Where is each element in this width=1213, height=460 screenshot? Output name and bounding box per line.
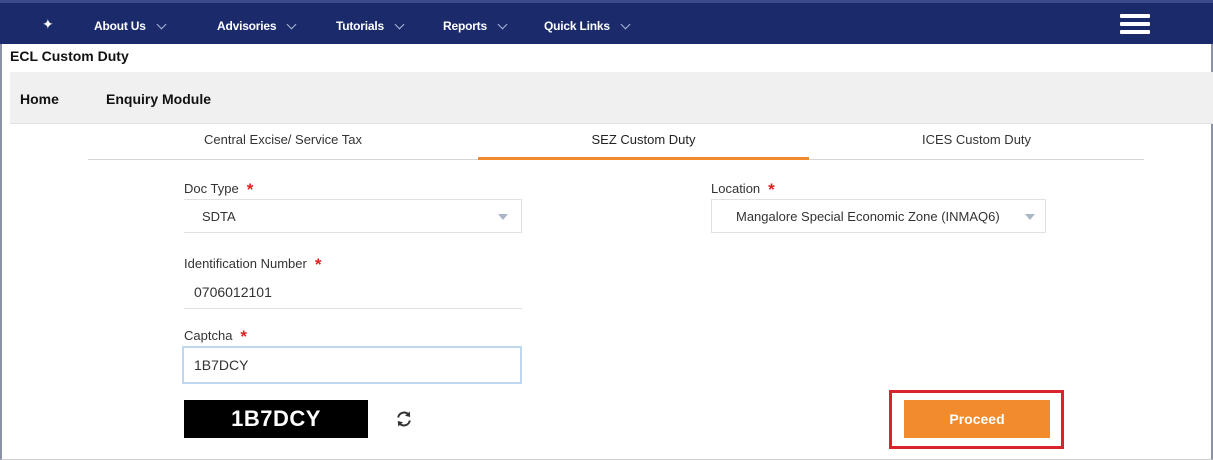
location-label-text: Location [711,181,761,196]
tab-ices-custom-duty[interactable]: ICES Custom Duty [809,125,1144,160]
chevron-down-icon [497,19,508,29]
required-marker: * [768,180,775,199]
location-label: Location * [711,178,775,199]
tab-central-excise[interactable]: Central Excise/ Service Tax [88,125,478,160]
nav-about-us-label: About Us [94,19,146,33]
chevron-down-icon [394,19,405,29]
page-title: ECL Custom Duty [10,48,129,64]
identification-number-label-text: Identification Number [184,256,307,271]
required-marker: * [246,180,254,199]
chevron-down-icon [286,19,297,29]
tab-sez-custom-duty[interactable]: SEZ Custom Duty [478,125,809,160]
identification-number-label: Identification Number * [184,253,322,274]
required-marker: * [314,255,322,274]
nav-reports[interactable]: Reports [443,19,508,33]
home-icon[interactable]: ✦ [42,16,54,33]
required-marker: * [240,327,248,346]
nav-about-us[interactable]: About Us [94,19,167,33]
chevron-down-icon [620,19,631,29]
refresh-captcha-icon[interactable] [394,409,414,429]
captcha-image: 1B7DCY [184,400,368,438]
nav-quick-links-label: Quick Links [544,19,610,33]
captcha-label-text: Captcha [184,328,233,343]
dropdown-caret-icon [498,214,508,220]
nav-tutorials-label: Tutorials [336,19,384,33]
nav-tutorials[interactable]: Tutorials [336,19,405,33]
chevron-down-icon [156,19,167,29]
nav-advisories[interactable]: Advisories [217,19,297,33]
breadcrumb-home-link[interactable]: Home [20,91,59,107]
nav-quick-links[interactable]: Quick Links [544,19,631,33]
nav-reports-label: Reports [443,19,487,33]
identification-number-value: 0706012101 [194,283,272,300]
location-select[interactable]: Mangalore Special Economic Zone (INMAQ6) [711,199,1046,233]
proceed-button[interactable]: Proceed [904,400,1050,438]
hamburger-menu-icon[interactable] [1120,14,1150,34]
doc-type-label: Doc Type * [184,178,254,199]
identification-number-field[interactable]: 0706012101 [184,275,522,309]
doc-type-value: SDTA [202,208,236,224]
top-navigation: ✦ About Us Advisories Tutorials Reports … [0,0,1213,44]
captcha-label: Captcha * [184,325,248,346]
location-value: Mangalore Special Economic Zone (INMAQ6) [736,208,1000,224]
nav-advisories-label: Advisories [217,19,277,33]
dropdown-caret-icon [1025,214,1035,220]
breadcrumb: Home Enquiry Module [10,72,1213,124]
doc-type-select[interactable]: SDTA [184,199,522,233]
doc-type-label-text: Doc Type [184,181,239,196]
tab-bar: Central Excise/ Service Tax SEZ Custom D… [88,125,1144,160]
breadcrumb-enquiry-module[interactable]: Enquiry Module [106,91,211,107]
captcha-input[interactable] [182,346,522,384]
